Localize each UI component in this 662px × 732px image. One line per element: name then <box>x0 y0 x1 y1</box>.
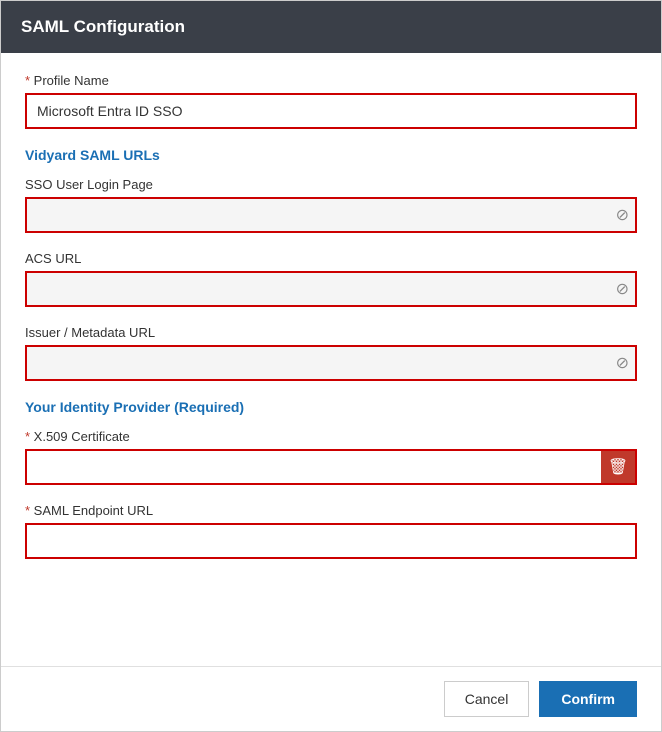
modal-title: SAML Configuration <box>21 17 185 36</box>
sso-user-login-label: SSO User Login Page <box>25 177 637 192</box>
issuer-metadata-input[interactable] <box>25 345 637 381</box>
profile-name-input[interactable] <box>25 93 637 129</box>
x509-delete-button[interactable]: 🗑 <box>601 449 637 485</box>
vidyard-saml-urls-heading: Vidyard SAML URLs <box>25 147 637 163</box>
modal-body: Profile Name Vidyard SAML URLs SSO User … <box>1 53 661 666</box>
confirm-button[interactable]: Confirm <box>539 681 637 717</box>
identity-provider-heading: Your Identity Provider (Required) <box>25 399 637 415</box>
saml-endpoint-group: SAML Endpoint URL <box>25 503 637 559</box>
x509-certificate-input-wrapper: 🗑 <box>25 449 637 485</box>
sso-user-login-input-wrapper: ⊘ <box>25 197 637 233</box>
saml-endpoint-label: SAML Endpoint URL <box>25 503 637 518</box>
issuer-metadata-input-wrapper: ⊘ <box>25 345 637 381</box>
acs-url-input[interactable] <box>25 271 637 307</box>
acs-url-input-wrapper: ⊘ <box>25 271 637 307</box>
x509-certificate-label: X.509 Certificate <box>25 429 637 444</box>
modal-container: SAML Configuration Profile Name Vidyard … <box>0 0 662 732</box>
profile-name-label: Profile Name <box>25 73 637 88</box>
trash-icon: 🗑 <box>608 457 628 477</box>
sso-user-login-input[interactable] <box>25 197 637 233</box>
x509-certificate-input[interactable] <box>25 449 601 485</box>
x509-certificate-group: X.509 Certificate 🗑 <box>25 429 637 485</box>
modal-header: SAML Configuration <box>1 1 661 53</box>
profile-name-group: Profile Name <box>25 73 637 129</box>
issuer-metadata-group: Issuer / Metadata URL ⊘ <box>25 325 637 381</box>
acs-url-label: ACS URL <box>25 251 637 266</box>
saml-endpoint-input[interactable] <box>25 523 637 559</box>
sso-user-login-group: SSO User Login Page ⊘ <box>25 177 637 233</box>
cancel-button[interactable]: Cancel <box>444 681 530 717</box>
issuer-metadata-label: Issuer / Metadata URL <box>25 325 637 340</box>
acs-url-group: ACS URL ⊘ <box>25 251 637 307</box>
modal-footer: Cancel Confirm <box>1 666 661 731</box>
